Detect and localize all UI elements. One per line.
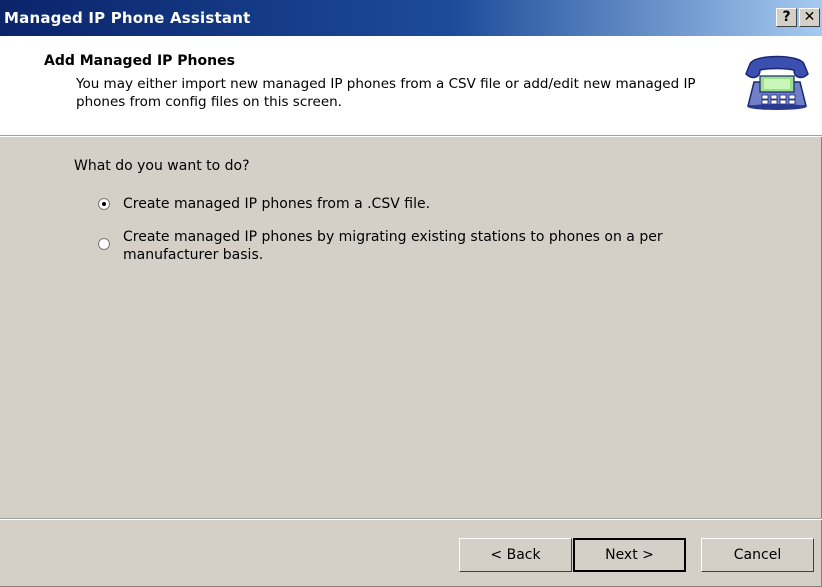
back-button[interactable]: < Back (459, 538, 572, 572)
next-button[interactable]: Next > (573, 538, 686, 572)
radio-button-migrate[interactable] (98, 238, 110, 250)
header-divider (0, 135, 822, 137)
radio-button-csv[interactable] (98, 198, 110, 210)
close-button[interactable]: ✕ (799, 8, 820, 27)
cancel-button[interactable]: Cancel (701, 538, 814, 572)
page-title: Add Managed IP Phones (44, 53, 235, 69)
question-label: What do you want to do? (74, 158, 250, 174)
option-migrate-label-line2: manufacturer basis. (123, 247, 264, 263)
header-panel: Add Managed IP Phones You may either imp… (0, 36, 822, 135)
window-title: Managed IP Phone Assistant (4, 9, 251, 27)
assistant-window: Managed IP Phone Assistant ? ✕ Add Manag… (0, 0, 822, 587)
option-migrate-label-line1: Create managed IP phones by migrating ex… (123, 229, 663, 245)
option-csv-label[interactable]: Create managed IP phones from a .CSV fil… (123, 195, 430, 213)
option-migrate-label[interactable]: Create managed IP phones by migrating ex… (123, 228, 663, 264)
title-bar[interactable]: Managed IP Phone Assistant ? ✕ (0, 0, 822, 36)
page-description: You may either import new managed IP pho… (76, 76, 696, 110)
footer-divider (0, 518, 822, 520)
telephone-icon (745, 55, 809, 110)
help-button[interactable]: ? (776, 8, 797, 27)
